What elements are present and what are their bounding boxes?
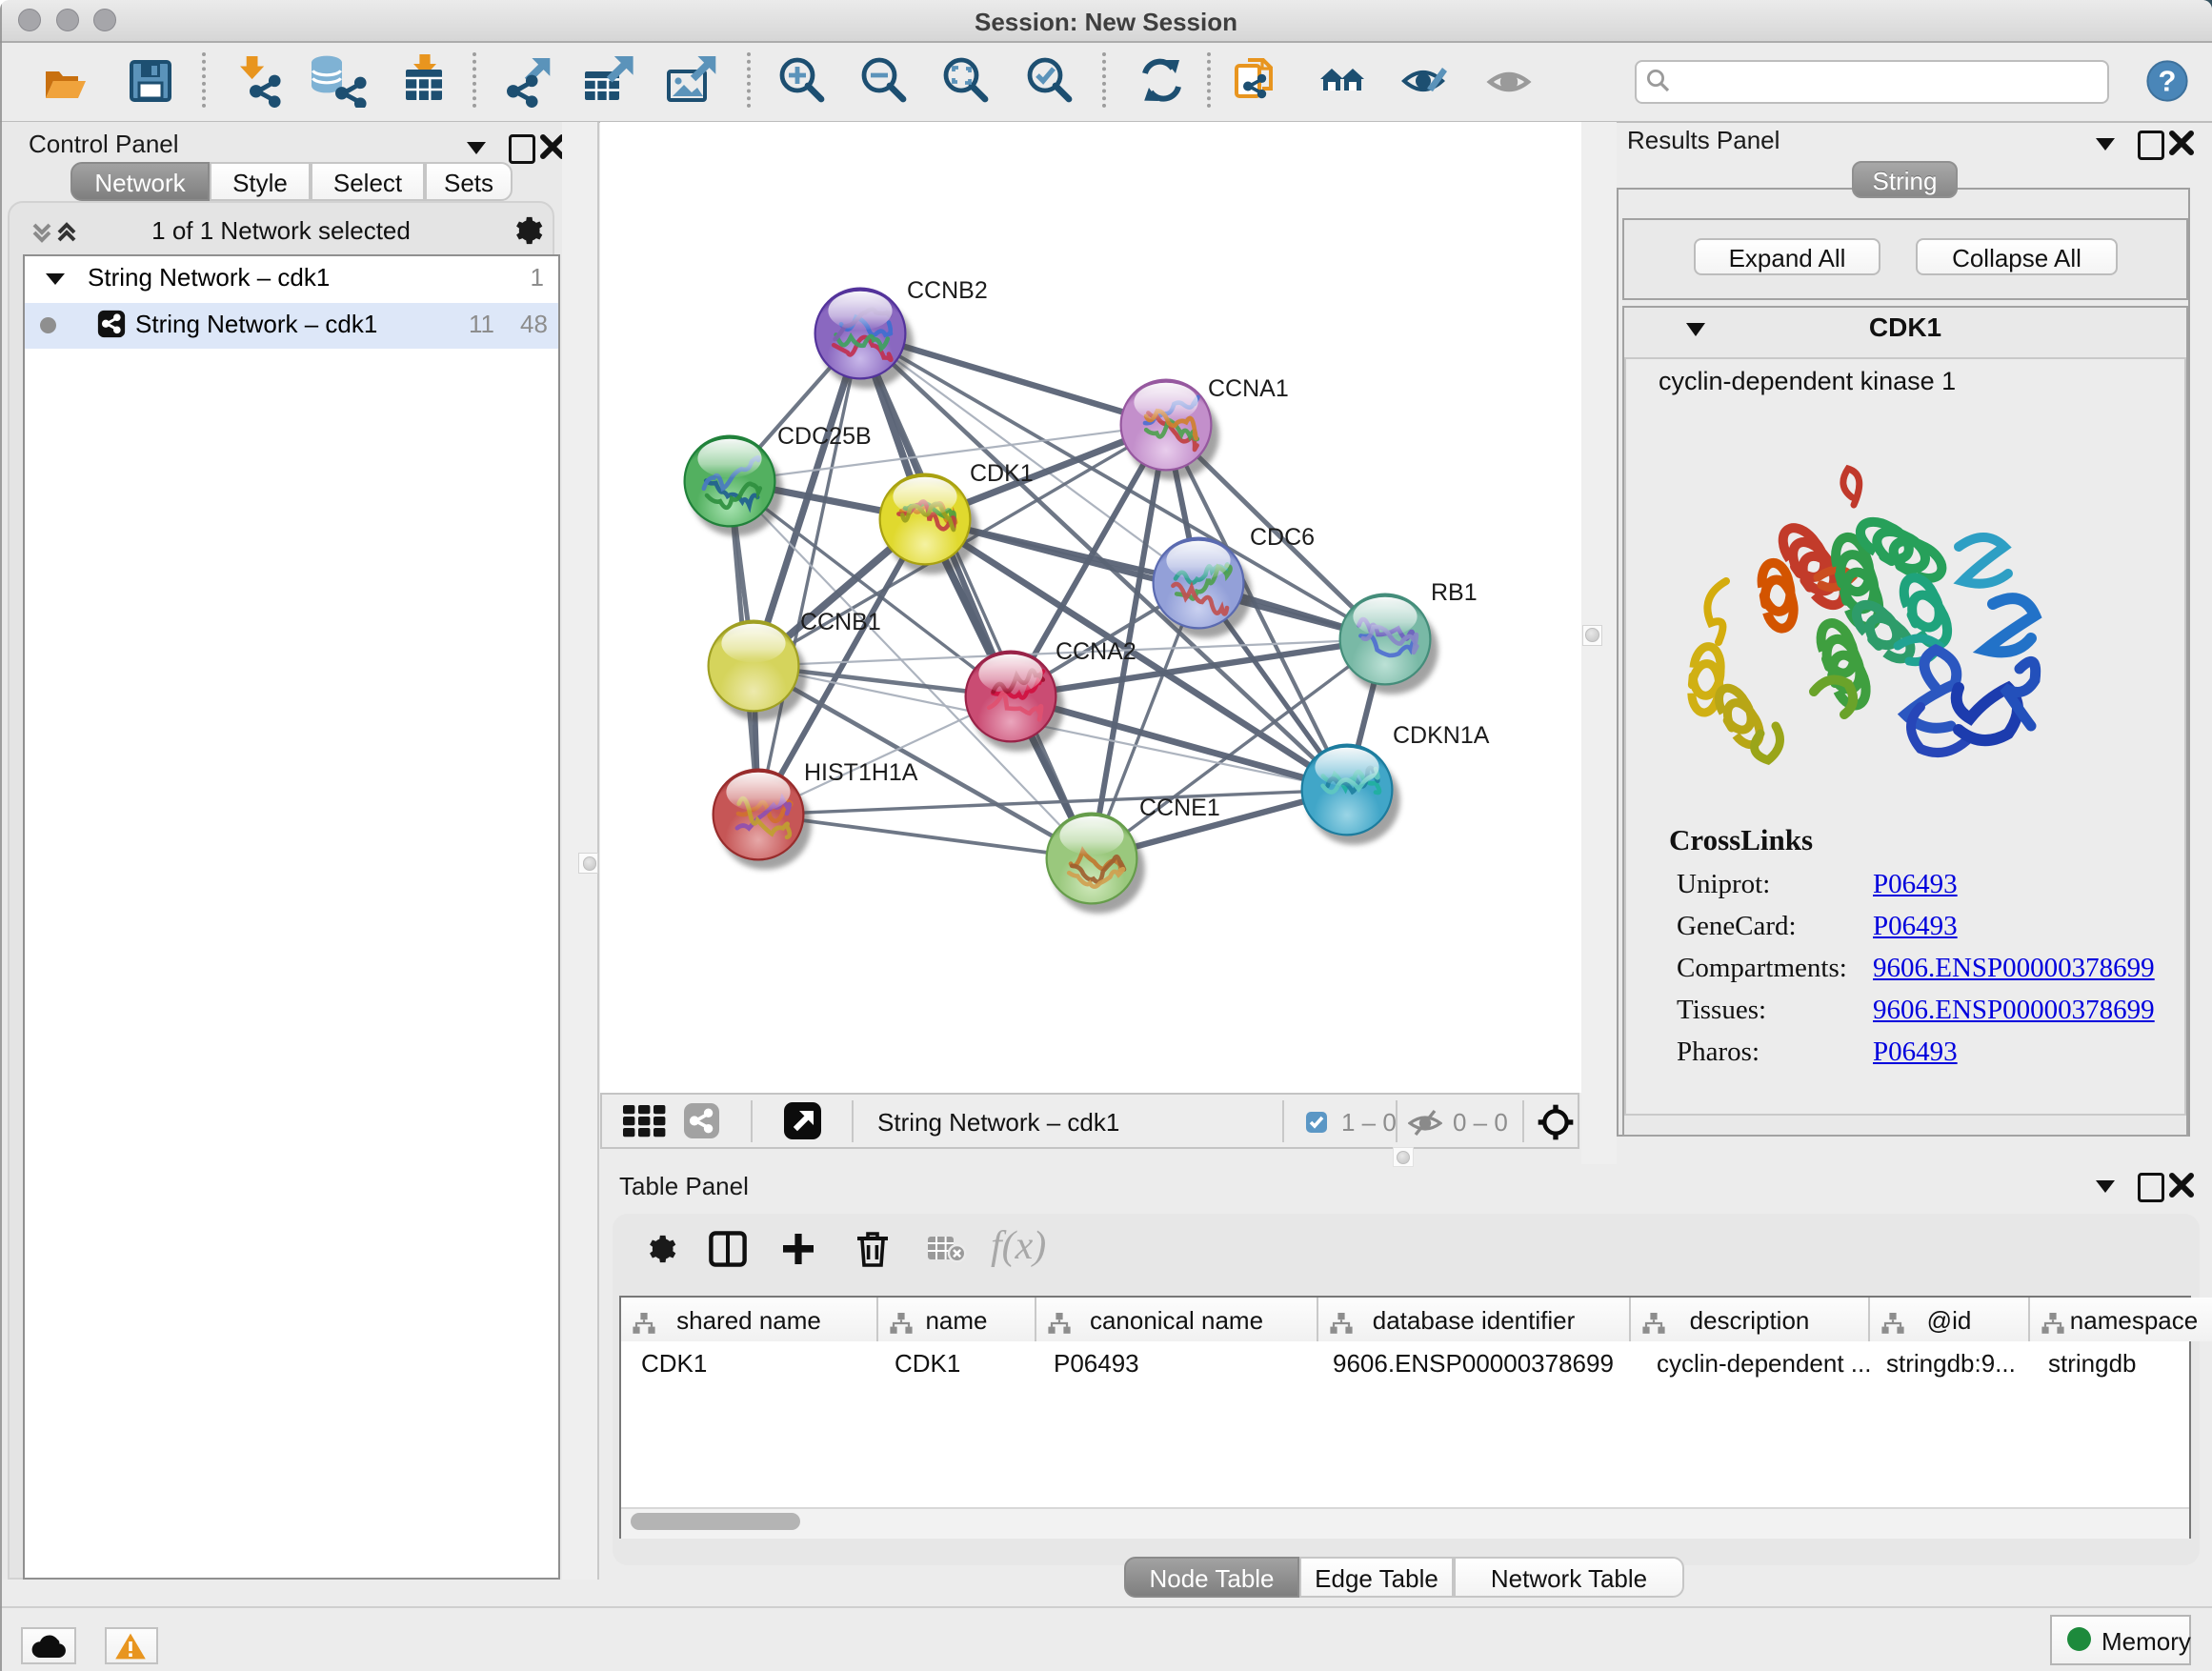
svg-text:CCNE1: CCNE1 [1139,795,1220,821]
svg-text:HIST1H1A: HIST1H1A [804,759,918,786]
svg-text:CCNA2: CCNA2 [1056,638,1136,665]
svg-text:CCNB1: CCNB1 [800,609,881,635]
svg-text:?: ? [2159,65,2177,98]
svg-text:CDC25B: CDC25B [777,423,872,450]
svg-text:CDK1: CDK1 [970,460,1034,487]
svg-text:CCNA1: CCNA1 [1208,375,1289,402]
svg-text:CCNB2: CCNB2 [907,277,988,304]
svg-text:CDKN1A: CDKN1A [1393,722,1490,749]
svg-text:RB1: RB1 [1431,579,1478,606]
svg-text:CDC6: CDC6 [1250,524,1315,551]
